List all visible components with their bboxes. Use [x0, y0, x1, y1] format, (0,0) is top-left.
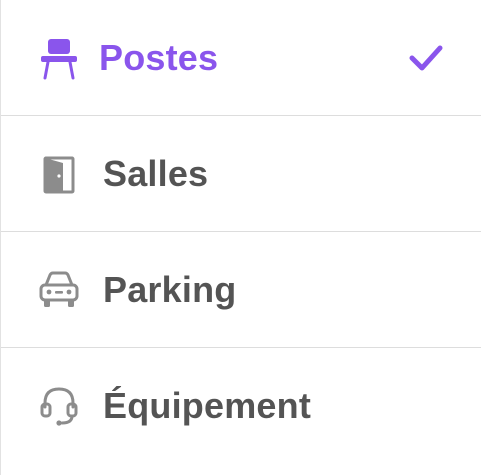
car-icon — [37, 268, 81, 312]
checkmark-icon — [407, 39, 445, 77]
menu-item-salles[interactable]: Salles — [1, 116, 481, 232]
menu-item-parking[interactable]: Parking — [1, 232, 481, 348]
menu-item-label: Parking — [103, 268, 237, 310]
menu-item-label: Équipement — [103, 385, 312, 426]
menu-item-postes[interactable]: Postes — [1, 0, 481, 116]
menu-item-equipement[interactable]: Équipement — [1, 348, 481, 464]
menu-item-label: Salles — [103, 152, 209, 194]
door-icon — [37, 152, 81, 196]
menu-item-label: Postes — [99, 36, 219, 78]
desk-chair-icon — [37, 36, 81, 80]
headset-icon — [37, 384, 81, 428]
resource-type-menu: Postes Salles Parking Équipement — [0, 0, 481, 475]
